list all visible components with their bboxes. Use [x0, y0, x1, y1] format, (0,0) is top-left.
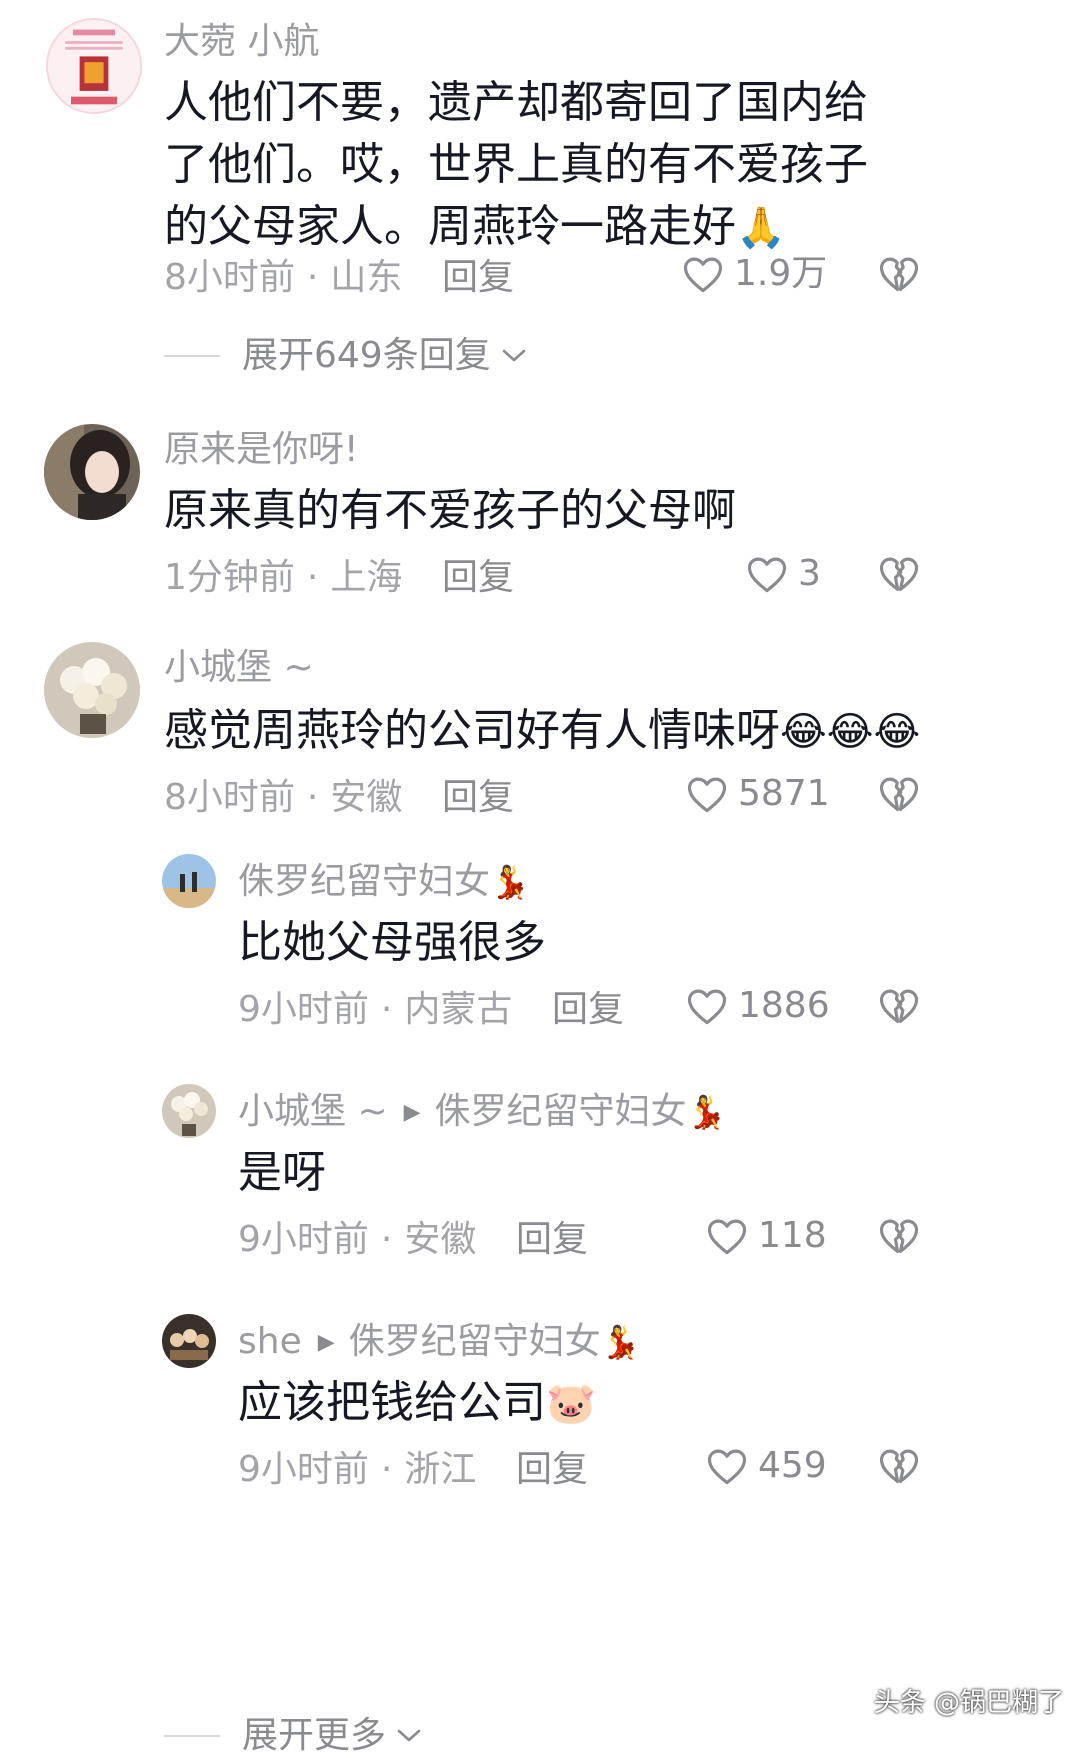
like-count: 5871 — [738, 773, 830, 814]
comment-time: 8小时前 — [164, 257, 295, 298]
watermark: 头条 @锅巴糊了 — [873, 1688, 1064, 1718]
play-triangle-icon: ▶ — [317, 1330, 335, 1355]
heart-outline-icon — [747, 557, 787, 593]
comment-time: 1分钟前 — [164, 557, 295, 598]
pig-face-emoji: 🐷 — [546, 1381, 596, 1427]
heart-outline-icon — [687, 777, 727, 813]
broken-heart-icon — [879, 1219, 919, 1253]
chevron-down-icon — [502, 349, 526, 362]
heart-outline-icon — [707, 1449, 747, 1485]
reply-text: 比她父母强很多 — [238, 917, 546, 968]
broken-heart-icon — [879, 1449, 919, 1483]
dislike-button[interactable] — [878, 986, 920, 1026]
dislike-button[interactable] — [878, 1216, 920, 1256]
like-button[interactable]: 1886 — [686, 984, 830, 1028]
comment-text: 原来真的有不爱孩子的父母啊 — [164, 485, 736, 536]
heart-outline-icon — [687, 989, 727, 1025]
comment-meta: 8小时前 · 山东 — [164, 257, 403, 298]
divider-line — [164, 355, 220, 357]
avatar[interactable] — [162, 1314, 216, 1368]
reply-time: 9小时前 — [238, 989, 369, 1030]
comment-username[interactable]: 大菀 小航 — [164, 20, 319, 64]
reply-meta: 9小时前 · 内蒙古 — [238, 989, 513, 1030]
reply-button[interactable]: 回复 — [442, 556, 514, 600]
reply-username[interactable]: 小城堡 ~ ▶ 侏罗纪留守妇女💃 — [238, 1090, 726, 1135]
praying-hands-emoji: 🙏 — [736, 205, 786, 251]
laughing-emoji: 😂😂😂 — [780, 709, 921, 755]
reply-meta: 9小时前 · 浙江 — [238, 1449, 477, 1490]
like-button[interactable]: 459 — [706, 1444, 827, 1488]
like-button[interactable]: 5871 — [686, 772, 830, 816]
reply-text: 是呀 — [238, 1147, 326, 1198]
like-count: 459 — [758, 1445, 827, 1486]
comment-location: 山东 — [330, 257, 403, 298]
comment-meta: 8小时前 · 安徽 — [164, 777, 403, 818]
reply-location: 安徽 — [404, 1219, 477, 1260]
reply-time: 9小时前 — [238, 1219, 369, 1260]
like-count: 3 — [798, 553, 821, 594]
like-count: 1.9万 — [734, 253, 828, 294]
comment-username[interactable]: 原来是你呀! — [164, 428, 358, 472]
expand-replies-label: 展开649条回复 — [242, 335, 491, 376]
reply-to-username[interactable]: 侏罗纪留守妇女 — [435, 1091, 687, 1132]
like-button[interactable]: 1.9万 — [682, 252, 827, 296]
broken-heart-icon — [879, 257, 919, 291]
comment-username[interactable]: 小城堡 ~ — [164, 646, 314, 690]
broken-heart-icon — [879, 777, 919, 811]
reply-text-content: 应该把钱给公司 — [238, 1377, 546, 1428]
expand-replies-button[interactable]: 展开649条回复 — [164, 334, 527, 378]
like-button[interactable]: 3 — [746, 552, 821, 596]
expand-more-label: 展开更多 — [242, 1715, 387, 1756]
divider-line — [164, 1735, 220, 1737]
reply-to-username[interactable]: 侏罗纪留守妇女 — [349, 1321, 601, 1362]
like-count: 1886 — [738, 985, 830, 1026]
reply-text: 应该把钱给公司🐷 — [238, 1372, 898, 1435]
comment-location: 上海 — [330, 557, 403, 598]
heart-outline-icon — [707, 1219, 747, 1255]
play-triangle-icon: ▶ — [403, 1100, 421, 1125]
dancer-emoji: 💃 — [490, 863, 530, 901]
reply-button[interactable]: 回复 — [442, 776, 514, 820]
dislike-button[interactable] — [878, 554, 920, 594]
comment-text-content: 感觉周燕玲的公司好有人情味呀 — [164, 705, 780, 756]
reply-username[interactable]: 侏罗纪留守妇女💃 — [238, 860, 530, 904]
dancer-emoji: 💃 — [686, 1093, 727, 1131]
reply-meta: 9小时前 · 安徽 — [238, 1219, 477, 1260]
comment-time: 8小时前 — [164, 777, 295, 818]
comment-meta: 1分钟前 · 上海 — [164, 557, 403, 598]
dislike-button[interactable] — [878, 774, 920, 814]
avatar[interactable] — [44, 424, 140, 520]
reply-location: 内蒙古 — [404, 989, 513, 1030]
dislike-button[interactable] — [878, 254, 920, 294]
reply-time: 9小时前 — [238, 1449, 369, 1490]
comment-location: 安徽 — [330, 777, 403, 818]
reply-username[interactable]: she ▶ 侏罗纪留守妇女💃 — [238, 1320, 641, 1365]
expand-more-button[interactable]: 展开更多 — [164, 1714, 422, 1758]
reply-button[interactable]: 回复 — [516, 1218, 588, 1262]
avatar[interactable] — [44, 642, 140, 738]
avatar[interactable] — [162, 1084, 216, 1138]
reply-button[interactable]: 回复 — [442, 256, 514, 300]
reply-username-text: 小城堡 ~ — [238, 1091, 388, 1132]
reply-button[interactable]: 回复 — [552, 988, 624, 1032]
comment-text: 感觉周燕玲的公司好有人情味呀😂😂😂 — [164, 700, 924, 763]
avatar[interactable] — [46, 18, 142, 114]
avatar[interactable] — [162, 854, 216, 908]
dislike-button[interactable] — [878, 1446, 920, 1486]
like-button[interactable]: 118 — [706, 1214, 827, 1258]
reply-location: 浙江 — [404, 1449, 477, 1490]
broken-heart-icon — [879, 557, 919, 591]
comment-text: 人他们不要，遗产却都寄回了国内给了他们。哎，世界上真的有不爱孩子的父母家人。周燕… — [164, 72, 904, 259]
reply-button[interactable]: 回复 — [516, 1448, 588, 1492]
reply-username-text: 侏罗纪留守妇女 — [238, 861, 491, 902]
reply-username-text: she — [238, 1321, 302, 1362]
chevron-down-icon — [397, 1729, 421, 1742]
like-count: 118 — [758, 1215, 827, 1256]
heart-outline-icon — [683, 257, 723, 293]
broken-heart-icon — [879, 989, 919, 1023]
dancer-emoji: 💃 — [600, 1323, 641, 1361]
